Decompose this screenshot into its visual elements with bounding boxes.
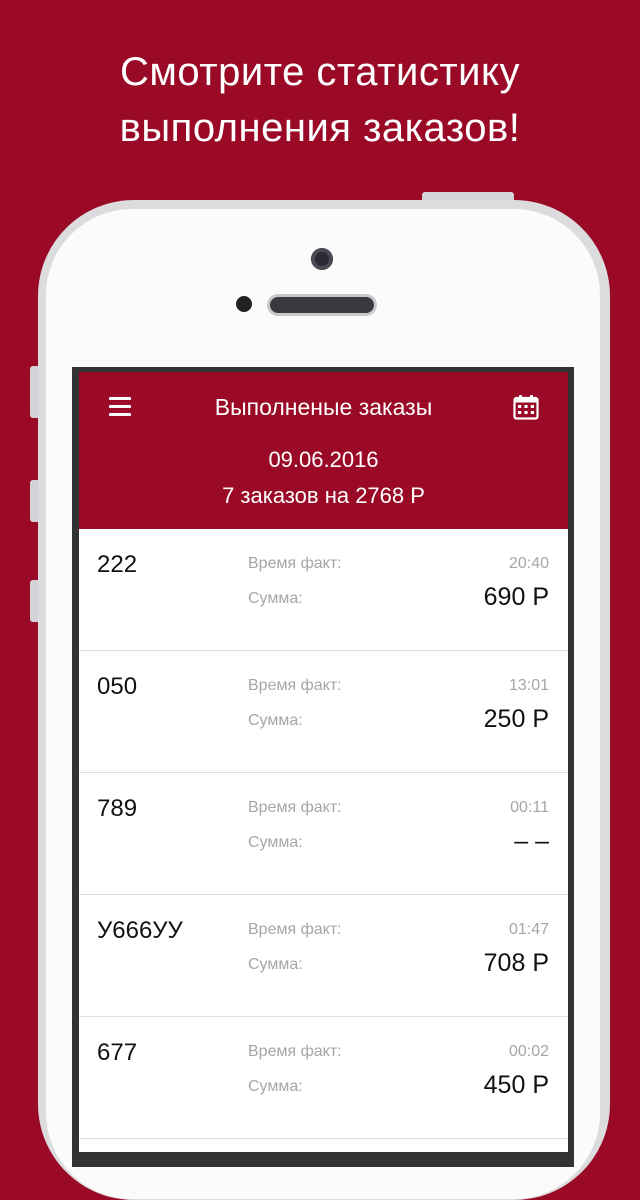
- page-title: Выполненые заказы: [214, 394, 433, 420]
- app-header: Выполненые заказы 09.06.2016 7 заказов н…: [79, 372, 568, 529]
- order-time-label: Время факт:: [248, 677, 342, 694]
- order-sum-label: Сумма:: [248, 712, 303, 729]
- order-time: 01:47: [508, 921, 549, 938]
- order-sum-label: Сумма:: [248, 834, 303, 851]
- app-screen: Выполненые заказы 09.06.2016 7 заказов н…: [79, 372, 568, 1152]
- order-time-label: Время факт:: [248, 1043, 342, 1060]
- order-sum: 250 Р: [483, 705, 549, 733]
- order-sum: 450 Р: [483, 1071, 549, 1099]
- order-number: 677: [97, 1039, 138, 1066]
- calendar-icon[interactable]: [513, 394, 539, 420]
- order-sum-label: Сумма:: [248, 956, 303, 973]
- order-sum-label: Сумма:: [248, 590, 303, 607]
- order-time: 00:02: [508, 1043, 549, 1060]
- order-row[interactable]: У666УУ Время факт: 01:47 Сумма: 708 Р: [79, 895, 568, 1017]
- order-number: У666УУ: [97, 917, 183, 944]
- order-row[interactable]: 677 Время факт: 00:02 Сумма: 450 Р: [79, 1017, 568, 1139]
- order-row[interactable]: 789 Время факт: 00:11 Сумма: – –: [79, 773, 568, 895]
- order-time-label: Время факт:: [248, 799, 342, 816]
- order-sum: 708 Р: [483, 949, 549, 977]
- order-time-label: Время факт:: [248, 921, 342, 938]
- earpiece-speaker: [270, 297, 374, 313]
- order-sum-label: Сумма:: [248, 1078, 303, 1095]
- order-time-label: Время факт:: [248, 555, 342, 572]
- promo-headline-line-2: выполнения заказов!: [119, 106, 521, 150]
- order-number: 789: [97, 795, 138, 822]
- promo-headline: Смотрите статистику выполнения заказов!: [0, 44, 640, 156]
- order-sum: 690 Р: [483, 583, 549, 611]
- proximity-sensor: [236, 296, 252, 312]
- order-time: 20:40: [508, 555, 549, 572]
- order-row[interactable]: 222 Время факт: 20:40 Сумма: 690 Р: [79, 529, 568, 651]
- order-sum: – –: [514, 827, 549, 855]
- orders-summary: 7 заказов на 2768 Р: [222, 483, 425, 508]
- order-row[interactable]: 050 Время факт: 13:01 Сумма: 250 Р: [79, 651, 568, 773]
- order-time: 13:01: [508, 677, 549, 694]
- front-camera: [311, 248, 333, 270]
- promo-headline-line-1: Смотрите статистику: [120, 50, 520, 94]
- selected-date: 09.06.2016: [268, 447, 379, 472]
- order-time: 00:11: [510, 799, 549, 816]
- orders-list: 222 Время факт: 20:40 Сумма: 690 Р 050 В…: [79, 529, 568, 1139]
- order-number: 222: [97, 551, 138, 578]
- order-number: 050: [97, 673, 138, 700]
